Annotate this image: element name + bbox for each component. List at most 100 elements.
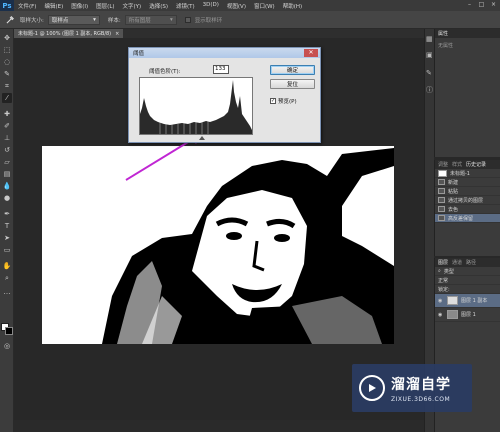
type-tool-icon[interactable]: T: [2, 221, 12, 231]
tools-panel: ✥ ⬚ ◌ ✎ ⌗ ⁄ ✚ ✐ ⊥ ↺ ▱ ▤ 💧 ● ✒ T ➤ ▭ ✋ ⌕ …: [0, 29, 14, 432]
history-panel-tabs: 调整 样式 历史记录: [435, 160, 500, 169]
close-icon[interactable]: ✕: [304, 49, 318, 57]
layer-row[interactable]: ◉ 图层 1: [435, 308, 500, 322]
menu-item[interactable]: 窗口(W): [250, 2, 279, 10]
history-item-label: 高反差保留: [448, 215, 474, 222]
history-item-label: 去色: [448, 206, 459, 213]
history-step-icon: [438, 197, 445, 203]
app-logo: Ps: [0, 0, 14, 11]
document-tab-close-icon[interactable]: ×: [115, 31, 119, 37]
tab-adjustments[interactable]: 调整: [438, 161, 448, 168]
history-panel-icon[interactable]: ▦: [426, 35, 433, 43]
preview-checkbox[interactable]: ✓: [270, 98, 276, 104]
history-item-label: 粘贴: [448, 188, 459, 195]
blend-mode-select[interactable]: 正常: [438, 277, 448, 284]
sample-value: 所有图层: [128, 17, 151, 24]
maximize-icon[interactable]: □: [478, 1, 485, 9]
minimize-icon[interactable]: –: [466, 1, 473, 9]
properties-empty-text: 无属性: [438, 43, 454, 49]
threshold-slider-handle[interactable]: [199, 136, 205, 140]
move-tool-icon[interactable]: ✥: [2, 33, 12, 43]
eyedropper-icon[interactable]: [4, 14, 16, 26]
document-canvas[interactable]: [42, 146, 394, 344]
quick-select-tool-icon[interactable]: ✎: [2, 69, 12, 79]
path-select-tool-icon[interactable]: ➤: [2, 233, 12, 243]
shape-tool-icon[interactable]: ▭: [2, 245, 12, 255]
tab-history[interactable]: 历史记录: [466, 161, 486, 168]
menu-item[interactable]: 图层(L): [92, 2, 118, 10]
show-ring-checkbox[interactable]: [184, 16, 191, 23]
preview-label: 预览(P): [278, 99, 297, 105]
quick-mask-icon[interactable]: ◎: [2, 341, 12, 351]
info-panel-icon[interactable]: ⓘ: [426, 85, 433, 95]
menu-list: 文件(F) 编辑(E) 图像(I) 图层(L) 文字(Y) 选择(S) 滤镜(T) 3D(D)…: [14, 2, 306, 10]
history-item-selected[interactable]: 高反差保留: [435, 214, 500, 223]
layer-name: 图层 1 副本: [461, 298, 488, 304]
watermark-title: 溜溜自学: [391, 376, 451, 393]
tab-layers[interactable]: 图层: [438, 259, 448, 266]
watermark: 溜溜自学 ZIXUE.3D66.COM: [352, 364, 472, 412]
menu-item[interactable]: 帮助(H): [279, 2, 306, 10]
document-tab[interactable]: 未标题-1 @ 100% (图层 1 副本, RGB/8) ×: [14, 29, 124, 38]
pen-tool-icon[interactable]: ✒: [2, 209, 12, 219]
tab-channels[interactable]: 通道: [452, 259, 462, 266]
eyedropper-tool-icon[interactable]: ⁄: [2, 93, 12, 103]
sample-size-select[interactable]: 取样点 ▾: [47, 14, 100, 25]
properties-panel: 属性 无属性: [434, 29, 500, 157]
more-tools-icon[interactable]: …: [2, 287, 12, 297]
show-ring-label: 显示取样环: [194, 17, 223, 24]
layer-name: 图层 1: [461, 312, 476, 318]
reset-button[interactable]: 复位: [270, 79, 315, 89]
filter-icon: ⌕: [438, 268, 441, 274]
history-step-icon: [438, 215, 445, 221]
properties-panel-icon[interactable]: ▣: [426, 51, 433, 59]
history-brush-tool-icon[interactable]: ↺: [2, 145, 12, 155]
menu-item[interactable]: 滤镜(T): [172, 2, 199, 10]
sample-size-label: 取样大小:: [20, 17, 44, 24]
stamp-tool-icon[interactable]: ⊥: [2, 133, 12, 143]
history-item[interactable]: 去色: [435, 205, 500, 214]
menu-item[interactable]: 视图(V): [223, 2, 250, 10]
layer-row[interactable]: ◉ 图层 1 副本: [435, 294, 500, 308]
history-snapshot[interactable]: 未标题-1: [435, 169, 500, 178]
layer-thumbnail: [447, 310, 458, 319]
hand-tool-icon[interactable]: ✋: [2, 261, 12, 271]
marquee-tool-icon[interactable]: ⬚: [2, 45, 12, 55]
history-item[interactable]: 粘贴: [435, 187, 500, 196]
eraser-tool-icon[interactable]: ▱: [2, 157, 12, 167]
tab-styles[interactable]: 样式: [452, 161, 462, 168]
blend-mode-row[interactable]: 正常: [435, 276, 500, 285]
background-color-swatch[interactable]: [5, 327, 13, 335]
lasso-tool-icon[interactable]: ◌: [2, 57, 12, 67]
eye-icon[interactable]: ◉: [438, 312, 444, 318]
threshold-level-input[interactable]: 133: [213, 65, 229, 74]
history-item[interactable]: 新建: [435, 178, 500, 187]
brush-panel-icon[interactable]: ✎: [426, 69, 432, 77]
zoom-tool-icon[interactable]: ⌕: [2, 273, 12, 283]
sample-select[interactable]: 所有图层 ▾: [124, 14, 177, 25]
menu-item[interactable]: 图像(I): [67, 2, 92, 10]
menu-item[interactable]: 3D(D): [199, 2, 223, 10]
tab-properties[interactable]: 属性: [438, 30, 448, 37]
menu-item[interactable]: 文字(Y): [119, 2, 146, 10]
eye-icon[interactable]: ◉: [438, 298, 444, 304]
threshold-portrait-image: [42, 146, 394, 344]
close-icon[interactable]: ×: [490, 1, 497, 9]
preview-option[interactable]: ✓ 预览(P): [270, 97, 297, 105]
menu-item[interactable]: 文件(F): [14, 2, 40, 10]
play-logo-icon: [359, 375, 385, 401]
threshold-level-label: 阈值色阶(T):: [149, 69, 181, 75]
dodge-tool-icon[interactable]: ●: [2, 193, 12, 203]
gradient-tool-icon[interactable]: ▤: [2, 169, 12, 179]
tab-paths[interactable]: 路径: [466, 259, 476, 266]
ok-button[interactable]: 确定: [270, 65, 315, 75]
layer-kind-label: 类型: [443, 268, 454, 275]
history-item[interactable]: 通过拷贝的图层: [435, 196, 500, 205]
layer-filter-row[interactable]: ⌕ 类型: [435, 267, 500, 276]
menu-item[interactable]: 选择(S): [145, 2, 172, 10]
crop-tool-icon[interactable]: ⌗: [2, 81, 12, 91]
brush-tool-icon[interactable]: ✐: [2, 121, 12, 131]
menu-item[interactable]: 编辑(E): [40, 2, 67, 10]
blur-tool-icon[interactable]: 💧: [2, 181, 12, 191]
healing-tool-icon[interactable]: ✚: [2, 109, 12, 119]
